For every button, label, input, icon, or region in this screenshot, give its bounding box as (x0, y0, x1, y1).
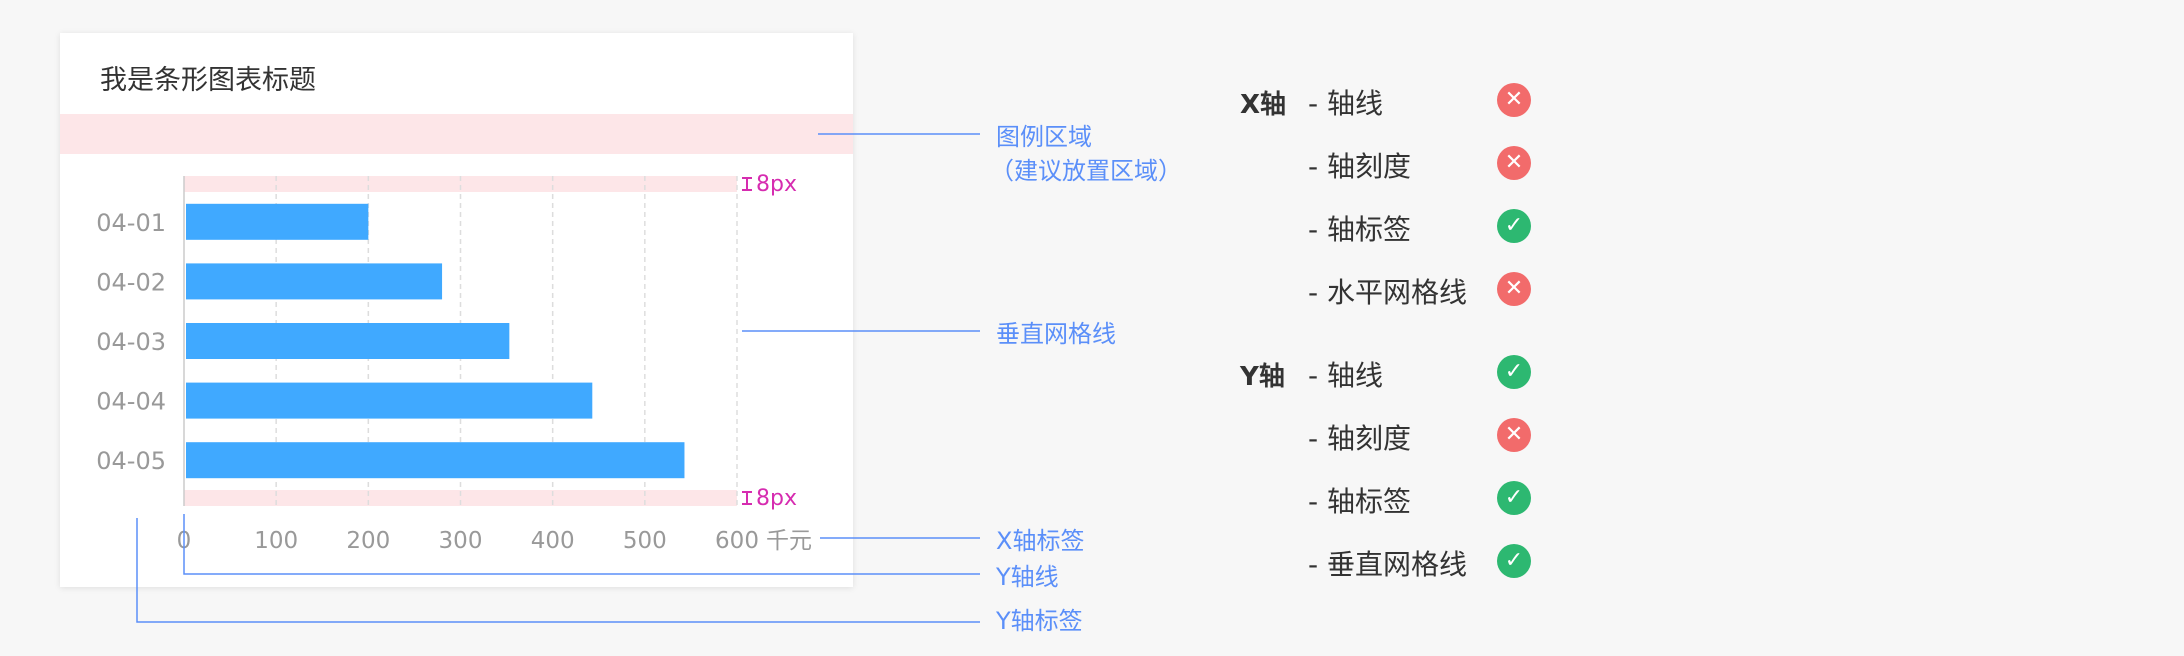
bar-04-05 (186, 442, 685, 479)
x-tick-label: 400 (531, 528, 575, 554)
cross-icon: ✕ (1497, 83, 1531, 117)
spec-item-label: - 垂直网格线 (1308, 548, 1468, 581)
spec-item-label: - 轴刻度 (1308, 150, 1412, 183)
check-icon: ✓ (1497, 544, 1531, 578)
y-axis-heading: Y轴 (1240, 362, 1285, 392)
cross-icon: ✕ (1497, 146, 1531, 180)
bar-04-02 (186, 263, 443, 300)
spec-item-label: - 轴线 (1308, 87, 1384, 120)
spec-item-label: - 轴标签 (1308, 485, 1412, 518)
legend-area-annotation: 图例区域 (996, 123, 1092, 151)
x-tick-label: 500 (623, 528, 667, 554)
y-axis-label-annotation: Y轴标签 (996, 607, 1083, 635)
x-axis-label-annotation: X轴标签 (996, 527, 1085, 555)
y-axis-line-leader (183, 514, 980, 575)
x-tick-label: 300 (439, 528, 483, 554)
bar-04-04 (186, 382, 593, 419)
top-padding-label: 8px (756, 172, 797, 197)
y-tick-label: 04-02 (96, 268, 166, 296)
cross-icon: ✕ (1497, 272, 1531, 306)
check-icon: ✓ (1497, 355, 1531, 389)
bar-04-01 (186, 203, 369, 240)
spec-item-label: - 轴线 (1308, 359, 1384, 392)
legend-area-note: （建议放置区域） (990, 157, 1182, 185)
vertical-grid-annotation: 垂直网格线 (996, 320, 1116, 348)
spec-item-label: - 轴刻度 (1308, 422, 1412, 455)
y-tick-label: 04-03 (96, 328, 166, 356)
y-tick-label: 04-04 (96, 388, 166, 416)
spec-item-label: - 水平网格线 (1308, 276, 1468, 309)
x-tick-label: 600 (715, 528, 759, 554)
check-icon: ✓ (1497, 481, 1531, 515)
y-axis-line-annotation: Y轴线 (996, 563, 1059, 591)
y-tick-label: 04-01 (96, 209, 166, 237)
x-axis-heading: X轴 (1240, 90, 1287, 120)
cross-icon: ✕ (1497, 418, 1531, 452)
x-axis-unit: 千元 (766, 528, 812, 554)
x-tick-label: 100 (254, 528, 298, 554)
check-icon: ✓ (1497, 209, 1531, 243)
bottom-padding-label: 8px (756, 486, 797, 511)
x-tick-label: 200 (346, 528, 390, 554)
bar-04-03 (186, 323, 510, 359)
y-tick-label: 04-05 (96, 447, 166, 475)
spec-item-label: - 轴标签 (1308, 213, 1412, 246)
